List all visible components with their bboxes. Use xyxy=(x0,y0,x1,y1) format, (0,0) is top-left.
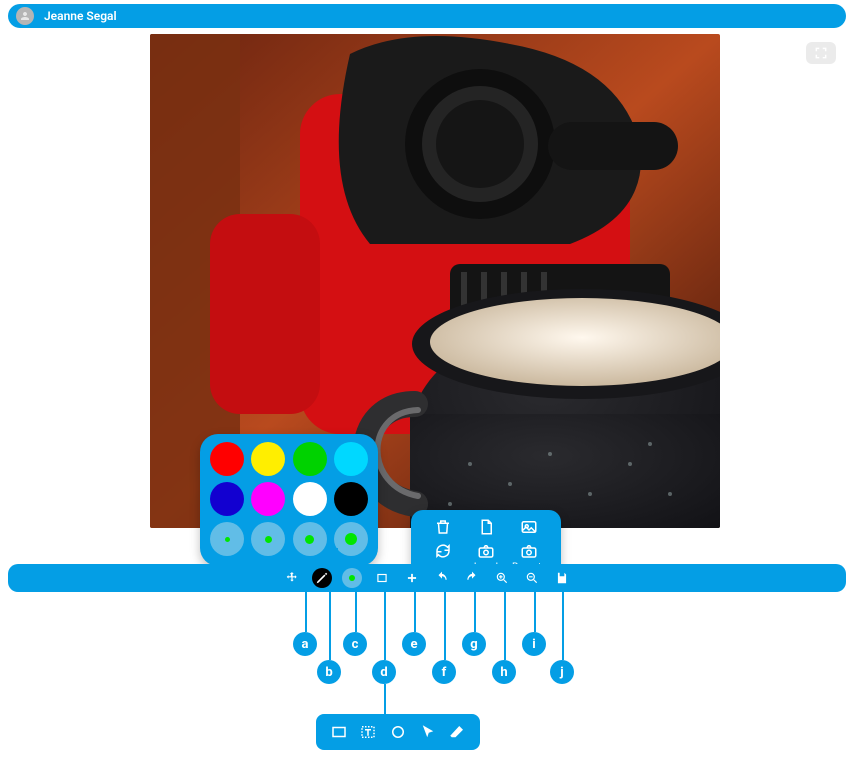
undo-button[interactable] xyxy=(432,568,452,588)
save-button[interactable] xyxy=(552,568,572,588)
plus-icon xyxy=(405,571,419,585)
color-swatch-red[interactable] xyxy=(210,442,244,476)
text-shape-button[interactable] xyxy=(357,721,379,743)
connector-line xyxy=(562,592,564,660)
connector-line xyxy=(474,592,476,632)
user-name: Jeanne Segal xyxy=(44,9,117,23)
trash-icon xyxy=(434,518,452,536)
open-image-button[interactable] xyxy=(509,518,549,536)
undo-icon xyxy=(435,571,449,585)
pointer-shape-button[interactable] xyxy=(417,721,439,743)
connector-line xyxy=(444,592,446,660)
connector-line xyxy=(305,592,307,632)
brush-size-sm[interactable] xyxy=(251,522,285,556)
color-swatch-black[interactable] xyxy=(334,482,368,516)
connector-line xyxy=(336,548,338,565)
camera-icon xyxy=(477,542,495,560)
text-icon xyxy=(359,723,377,741)
redo-icon xyxy=(465,571,479,585)
zoom-in-button[interactable] xyxy=(492,568,512,588)
pointer-icon xyxy=(419,723,437,741)
fullscreen-button[interactable] xyxy=(806,42,836,64)
move-tool[interactable] xyxy=(282,568,302,588)
user-icon xyxy=(19,10,31,22)
file-icon xyxy=(477,518,495,536)
connector-line xyxy=(384,592,386,660)
color-swatch-green[interactable] xyxy=(293,442,327,476)
label-c: c xyxy=(343,632,367,656)
rectangle-shape-button[interactable] xyxy=(328,721,350,743)
label-e: e xyxy=(402,632,426,656)
brush-size-xs[interactable] xyxy=(210,522,244,556)
connector-line xyxy=(534,592,536,632)
zoom-out-button[interactable] xyxy=(522,568,542,588)
circle-icon xyxy=(389,723,407,741)
image-icon xyxy=(520,518,538,536)
canvas-area: Local Remote xyxy=(8,32,846,562)
zoom-out-icon xyxy=(525,571,539,585)
main-toolbar xyxy=(8,564,846,592)
connector-line xyxy=(504,592,506,660)
header-bar: Jeanne Segal xyxy=(8,4,846,28)
label-b: b xyxy=(317,660,341,684)
color-swatch-white[interactable] xyxy=(293,482,327,516)
label-d: d xyxy=(372,660,396,684)
save-icon xyxy=(555,571,569,585)
shapes-toolbar xyxy=(316,714,480,750)
connector-line xyxy=(414,550,416,564)
eraser-icon xyxy=(448,723,466,741)
color-swatch-cyan[interactable] xyxy=(334,442,368,476)
palette-dot-icon xyxy=(349,575,355,581)
move-icon xyxy=(285,571,299,585)
color-swatch-blue[interactable] xyxy=(210,482,244,516)
camera-icon xyxy=(520,542,538,560)
circle-shape-button[interactable] xyxy=(387,721,409,743)
connector-line xyxy=(384,684,386,714)
label-j: j xyxy=(550,660,574,684)
connector-line xyxy=(355,592,357,632)
draw-tool[interactable] xyxy=(312,568,332,588)
brush-size-lg[interactable] xyxy=(334,522,368,556)
label-i: i xyxy=(522,632,546,656)
eraser-shape-button[interactable] xyxy=(446,721,468,743)
refresh-icon xyxy=(434,542,452,560)
connector-line xyxy=(329,592,331,660)
label-h: h xyxy=(492,660,516,684)
color-swatch-yellow[interactable] xyxy=(251,442,285,476)
zoom-in-icon xyxy=(495,571,509,585)
pencil-icon xyxy=(315,571,329,585)
label-a: a xyxy=(293,632,317,656)
shape-tool[interactable] xyxy=(372,568,392,588)
rectangle-icon xyxy=(330,723,348,741)
connector-line xyxy=(414,592,416,632)
color-swatch-magenta[interactable] xyxy=(251,482,285,516)
add-content-tool[interactable] xyxy=(402,568,422,588)
rectangle-icon xyxy=(375,571,389,585)
clear-button[interactable] xyxy=(423,518,463,536)
new-file-button[interactable] xyxy=(466,518,506,536)
redo-button[interactable] xyxy=(462,568,482,588)
color-palette-popup xyxy=(200,434,378,566)
brush-size-md[interactable] xyxy=(293,522,327,556)
label-g: g xyxy=(462,632,486,656)
palette-tool[interactable] xyxy=(342,568,362,588)
label-f: f xyxy=(432,660,456,684)
avatar[interactable] xyxy=(16,7,34,25)
fullscreen-icon xyxy=(813,46,829,60)
